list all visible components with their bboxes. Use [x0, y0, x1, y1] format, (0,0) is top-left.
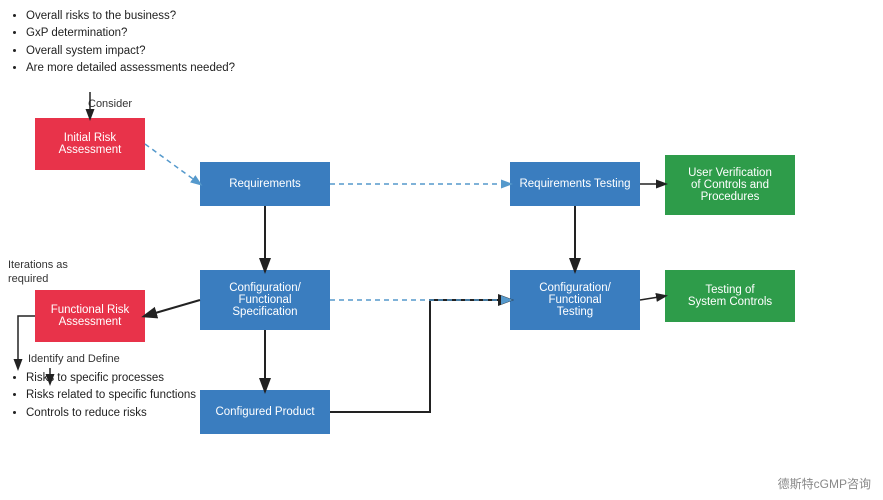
- watermark: 德斯特cGMP咨询: [778, 475, 871, 492]
- identify-label: Identify and Define: [28, 353, 120, 365]
- diagram-container: Overall risks to the business? GxP deter…: [0, 0, 883, 500]
- bullet-list-top: Overall risks to the business? GxP deter…: [10, 8, 235, 77]
- iterations-label: Iterations as required: [8, 258, 98, 287]
- initial-risk-box: Initial Risk Assessment: [35, 118, 145, 170]
- config-testing-box: Configuration/ Functional Testing: [510, 270, 640, 330]
- functional-risk-box: Functional Risk Assessment: [35, 290, 145, 342]
- testing-controls-box: Testing of System Controls: [665, 270, 795, 322]
- bullet-item: GxP determination?: [26, 25, 235, 42]
- bullet-item: Overall system impact?: [26, 43, 235, 60]
- bullet-item-b: Risks related to specific functions: [26, 387, 196, 404]
- config-spec-box: Configuration/ Functional Specification: [200, 270, 330, 330]
- bullet-item: Are more detailed assessments needed?: [26, 60, 235, 77]
- bullet-item-b: Controls to reduce risks: [26, 405, 196, 422]
- bullet-list-bottom: Risks to specific processes Risks relate…: [10, 370, 196, 422]
- requirements-box: Requirements: [200, 162, 330, 206]
- bullet-item: Overall risks to the business?: [26, 8, 235, 25]
- bullet-item-b: Risks to specific processes: [26, 370, 196, 387]
- user-verification-box: User Verification of Controls and Proced…: [665, 155, 795, 215]
- configured-product-box: Configured Product: [200, 390, 330, 434]
- requirements-testing-box: Requirements Testing: [510, 162, 640, 206]
- consider-label: Consider: [88, 98, 132, 110]
